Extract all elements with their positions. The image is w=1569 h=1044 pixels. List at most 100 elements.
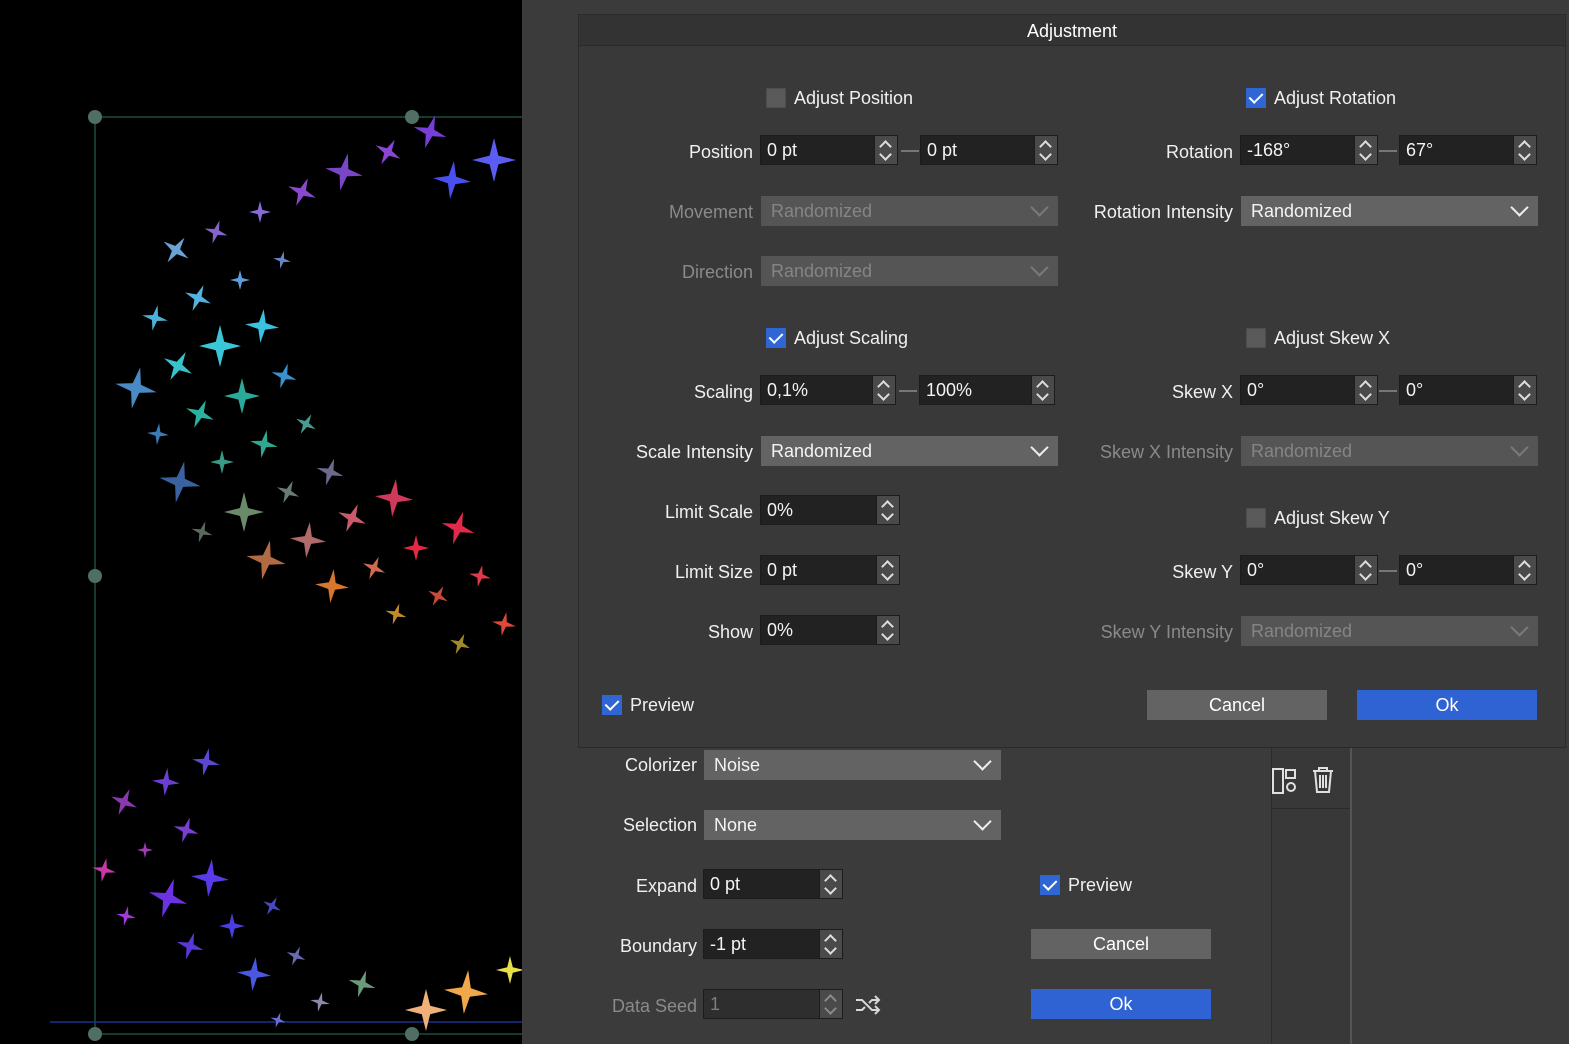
artboard-canvas[interactable] bbox=[0, 0, 522, 1044]
chevron-down-icon bbox=[1030, 438, 1049, 457]
dialog-preview-checkbox[interactable]: Preview bbox=[602, 692, 694, 718]
sparkle-shape bbox=[192, 748, 220, 776]
limit-size-input[interactable]: 0 pt bbox=[760, 555, 900, 585]
sparkle-shape bbox=[163, 237, 189, 263]
spinner-arrows-icon[interactable] bbox=[819, 930, 842, 958]
scale-intensity-label: Scale Intensity bbox=[635, 442, 753, 462]
sparkle-shape bbox=[224, 492, 264, 532]
spinner-arrows-icon[interactable] bbox=[872, 376, 895, 404]
skew-y-from-input[interactable]: 0° bbox=[1240, 555, 1378, 585]
movement-select[interactable]: Randomized bbox=[761, 196, 1058, 226]
adjust-skew-x-checkbox[interactable]: Adjust Skew X bbox=[1246, 325, 1390, 351]
spinner-arrows-icon[interactable] bbox=[1513, 136, 1536, 164]
sparkle-shape bbox=[496, 956, 522, 984]
spinner-arrows-icon[interactable] bbox=[876, 556, 899, 584]
skew-x-to-input[interactable]: 0° bbox=[1399, 375, 1537, 405]
rotation-intensity-label: Rotation Intensity bbox=[1093, 202, 1233, 222]
sparkle-shape bbox=[413, 115, 447, 149]
sparkle-shape bbox=[219, 913, 245, 939]
spinner-arrows-icon[interactable] bbox=[876, 616, 899, 644]
spinner-arrows-icon[interactable] bbox=[874, 136, 897, 164]
adjust-position-checkbox[interactable]: Adjust Position bbox=[766, 85, 913, 111]
sparkle-shape bbox=[441, 511, 475, 545]
selection-handle[interactable] bbox=[88, 110, 102, 124]
checkbox-icon bbox=[1246, 327, 1266, 348]
sparkle-shape bbox=[472, 138, 516, 182]
scale-intensity-select[interactable]: Randomized bbox=[761, 436, 1058, 466]
spinner-arrows-icon[interactable] bbox=[1513, 556, 1536, 584]
skew-y-to-input[interactable]: 0° bbox=[1399, 555, 1537, 585]
rotation-to-input[interactable]: 67° bbox=[1399, 135, 1537, 165]
selection-handle[interactable] bbox=[405, 1027, 419, 1041]
adjust-skew-y-checkbox[interactable]: Adjust Skew Y bbox=[1246, 505, 1390, 531]
sparkle-shape bbox=[210, 450, 234, 474]
checkbox-icon bbox=[1040, 874, 1060, 895]
sparkle-shape bbox=[444, 970, 488, 1014]
sparkle-shape bbox=[316, 458, 344, 486]
dialog-ok-button[interactable]: Ok bbox=[1357, 690, 1537, 720]
chevron-down-icon bbox=[1030, 198, 1049, 217]
shuffle-icon[interactable] bbox=[854, 994, 882, 1016]
show-input[interactable]: 0% bbox=[760, 615, 900, 645]
direction-label: Direction bbox=[681, 262, 753, 282]
spinner-arrows-icon[interactable] bbox=[876, 496, 899, 524]
position-to-input[interactable]: 0 pt bbox=[920, 135, 1058, 165]
data-seed-input[interactable]: 1 bbox=[703, 989, 843, 1019]
spinner-arrows-icon[interactable] bbox=[1354, 376, 1377, 404]
sparkle-shape bbox=[191, 521, 213, 543]
skew-y-label: Skew Y bbox=[1172, 562, 1233, 582]
sparkle-shape bbox=[296, 414, 316, 434]
boundary-label: Boundary bbox=[619, 936, 697, 956]
skew-x-intensity-select[interactable]: Randomized bbox=[1241, 436, 1538, 466]
panel-ok-button[interactable]: Ok bbox=[1031, 989, 1211, 1019]
sparkle-shape bbox=[191, 859, 229, 897]
divider bbox=[1271, 808, 1351, 809]
sparkle-shape bbox=[137, 842, 153, 858]
spinner-arrows-icon[interactable] bbox=[1031, 376, 1054, 404]
sparkle-shape bbox=[152, 768, 180, 796]
sparkle-shape bbox=[199, 325, 241, 367]
adjust-rotation-checkbox[interactable]: Adjust Rotation bbox=[1246, 85, 1396, 111]
spinner-arrows-icon[interactable] bbox=[1034, 136, 1057, 164]
spinner-arrows-icon[interactable] bbox=[1354, 556, 1377, 584]
sparkle-shape bbox=[375, 479, 413, 517]
direction-select[interactable]: Randomized bbox=[761, 256, 1058, 286]
trash-icon[interactable] bbox=[1310, 766, 1336, 794]
boundary-input[interactable]: -1 pt bbox=[703, 929, 843, 959]
spinner-arrows-icon[interactable] bbox=[819, 870, 842, 898]
chevron-down-icon bbox=[1030, 258, 1049, 277]
rotation-intensity-select[interactable]: Randomized bbox=[1241, 196, 1538, 226]
range-dash bbox=[899, 390, 917, 392]
colorizer-select[interactable]: Noise bbox=[704, 750, 1001, 780]
skew-y-intensity-select[interactable]: Randomized bbox=[1241, 616, 1538, 646]
adjust-scaling-checkbox[interactable]: Adjust Scaling bbox=[766, 325, 908, 351]
skew-y-intensity-label: Skew Y Intensity bbox=[1100, 622, 1233, 642]
sparkle-shape bbox=[147, 423, 169, 445]
panel-preview-checkbox[interactable]: Preview bbox=[1040, 872, 1132, 898]
selection-handle[interactable] bbox=[405, 110, 419, 124]
scaling-to-input[interactable]: 100% bbox=[919, 375, 1055, 405]
sparkle-shape bbox=[348, 970, 376, 998]
scaling-from-input[interactable]: 0,1% bbox=[760, 375, 896, 405]
sparkle-shape bbox=[116, 906, 136, 926]
checkbox-icon bbox=[602, 694, 622, 715]
layout-panel-icon[interactable] bbox=[1271, 767, 1299, 795]
selection-label: Selection bbox=[622, 815, 697, 835]
dialog-cancel-button[interactable]: Cancel bbox=[1147, 690, 1327, 720]
spinner-arrows-icon[interactable] bbox=[1513, 376, 1536, 404]
selection-handle[interactable] bbox=[88, 569, 102, 583]
sparkle-shape bbox=[405, 989, 447, 1031]
selection-handle[interactable] bbox=[88, 1027, 102, 1041]
spinner-arrows-icon[interactable] bbox=[1354, 136, 1377, 164]
dialog-title[interactable]: Adjustment bbox=[579, 15, 1565, 46]
limit-scale-input[interactable]: 0% bbox=[760, 495, 900, 525]
rotation-from-input[interactable]: -168° bbox=[1240, 135, 1378, 165]
expand-input[interactable]: 0 pt bbox=[703, 869, 843, 899]
sparkle-shape bbox=[310, 992, 330, 1012]
panel-cancel-button[interactable]: Cancel bbox=[1031, 929, 1211, 959]
spinner-arrows-icon[interactable] bbox=[819, 990, 842, 1018]
selection-select[interactable]: None bbox=[704, 810, 1001, 840]
sparkle-shape bbox=[173, 817, 199, 843]
skew-x-from-input[interactable]: 0° bbox=[1240, 375, 1378, 405]
position-from-input[interactable]: 0 pt bbox=[760, 135, 898, 165]
